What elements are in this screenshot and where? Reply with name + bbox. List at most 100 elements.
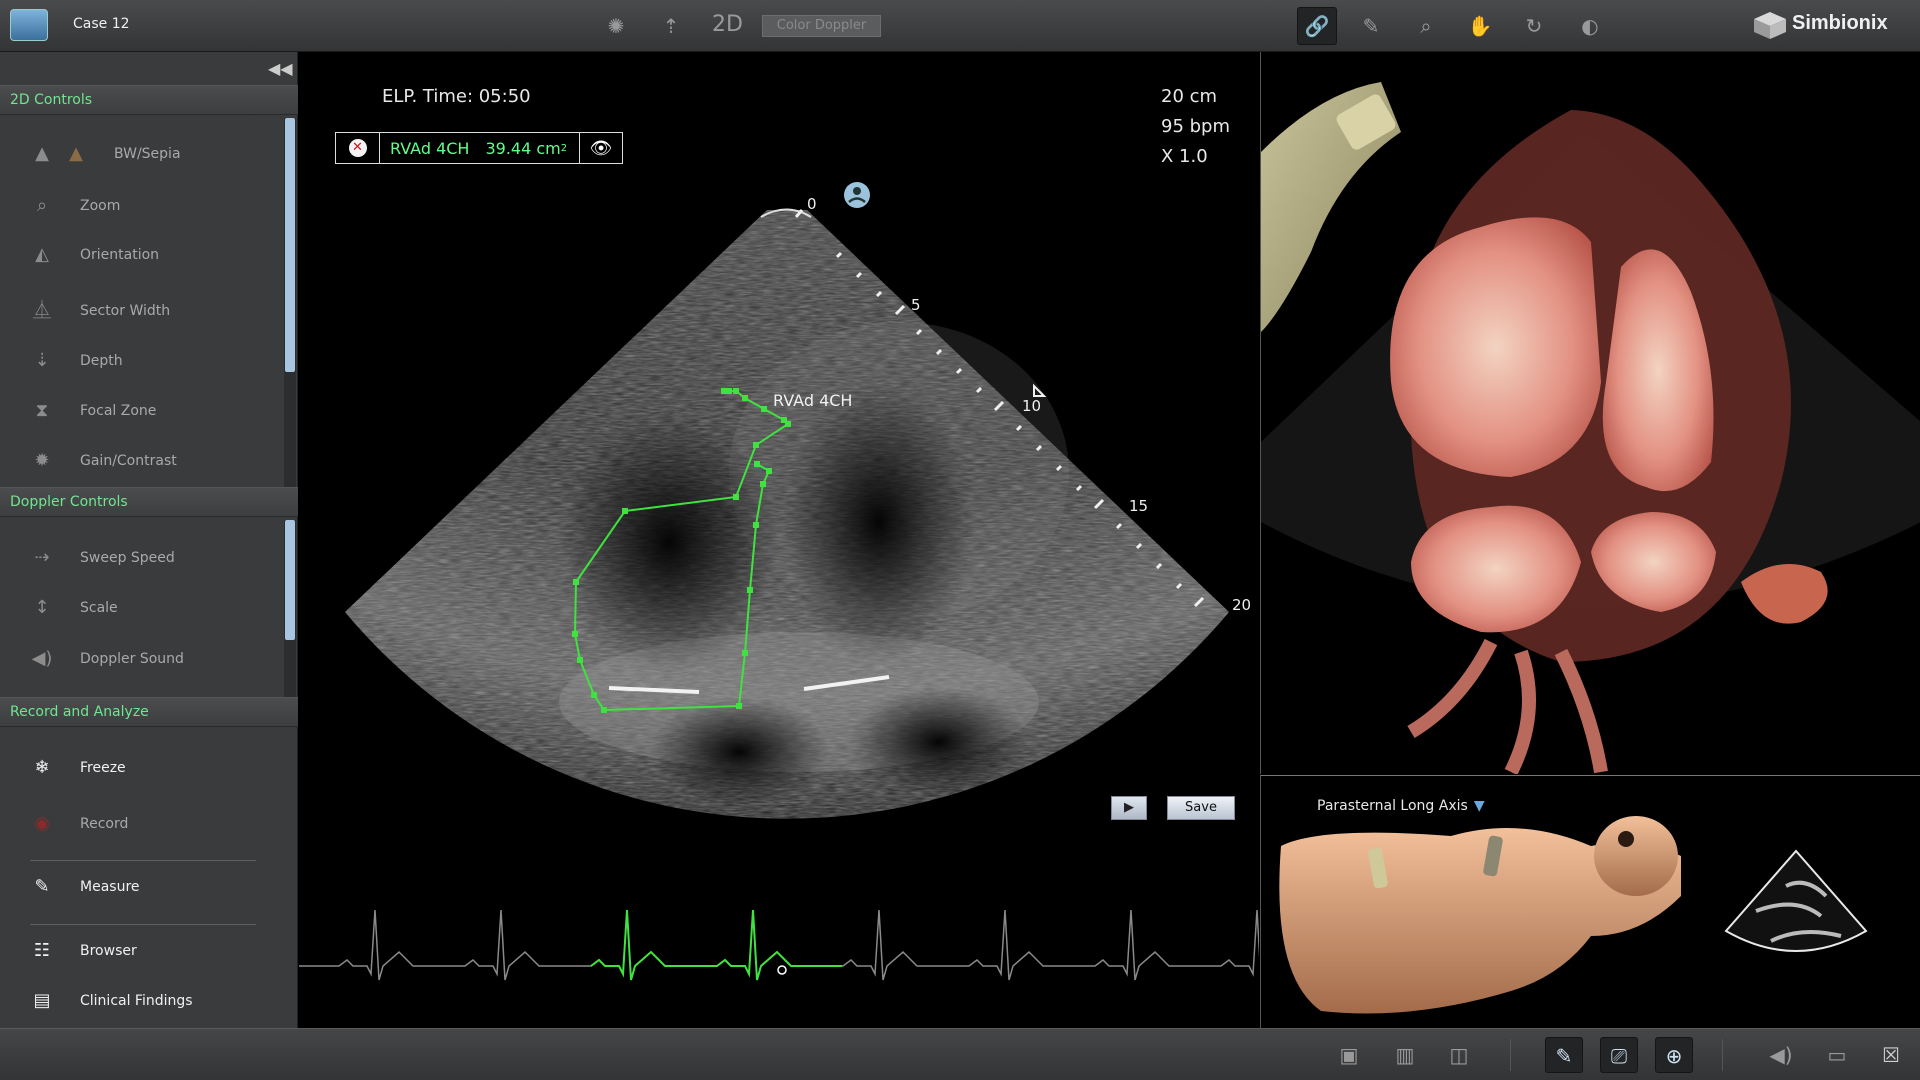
contrast-icon[interactable]: ◐ (1574, 10, 1606, 42)
eye-icon[interactable]: 👁 (580, 133, 622, 163)
layout-dual-icon[interactable]: ▥ (1386, 1037, 1424, 1073)
depth-label-5: 5 (911, 296, 921, 314)
trace-control-point[interactable] (622, 508, 628, 514)
delete-measurement-button[interactable]: ✕ (336, 133, 380, 163)
scale-icon: ↕ (34, 597, 50, 618)
color-doppler-button[interactable]: Color Doppler (762, 15, 881, 37)
top-toolbar: Case 12 ✺ ⇡ 2D Color Doppler 🔗 ✎ ⌕ ✋ ↻ ◐… (0, 0, 1920, 52)
trace-control-point[interactable] (753, 522, 759, 528)
control-clinical-findings[interactable]: ▤ Clinical Findings (30, 986, 192, 1016)
heart-3d-model[interactable] (1261, 52, 1920, 776)
scrollbar-thumb-doppler[interactable] (285, 520, 295, 640)
control-sector-width[interactable]: ⏅ Sector Width (30, 296, 170, 326)
trace-control-point[interactable] (601, 707, 607, 713)
control-label: Orientation (80, 247, 160, 263)
control-label: Scale (80, 600, 118, 616)
section-record-analyze[interactable]: Record and Analyze (0, 697, 298, 727)
section-doppler-controls[interactable]: Doppler Controls (0, 487, 298, 517)
sector-width-icon: ⏅ (33, 300, 51, 321)
app-logo[interactable] (10, 9, 48, 41)
right-ventricle-3d (1390, 217, 1601, 477)
control-focal-zone[interactable]: ⧗ Focal Zone (30, 396, 157, 426)
close-icon: ✕ (348, 139, 367, 157)
trace-control-point[interactable] (733, 494, 739, 500)
control-bw-sepia[interactable]: ▲ ▲ BW/Sepia (30, 139, 181, 169)
trace-control-point[interactable] (742, 395, 748, 401)
left-atrium-cavity (849, 687, 1029, 797)
trace-control-point[interactable] (573, 579, 579, 585)
camera-icon[interactable]: ⎚ (1600, 1037, 1638, 1073)
globe-icon[interactable]: ⊕ (1655, 1037, 1693, 1073)
trace-control-point[interactable] (742, 650, 748, 656)
view-selector[interactable]: Parasternal Long Axis ▼ (1317, 798, 1485, 814)
probe-view-icon[interactable]: ✎ (1545, 1037, 1583, 1073)
scrollbar-thumb-2d[interactable] (285, 118, 295, 372)
control-depth[interactable]: ⇣ Depth (30, 346, 122, 376)
save-button[interactable]: Save (1167, 796, 1235, 820)
control-scale[interactable]: ↕ Scale (30, 593, 118, 623)
control-sweep-speed[interactable]: ⇢ Sweep Speed (30, 543, 174, 573)
probe-position-view[interactable]: Parasternal Long Axis ▼ (1260, 775, 1920, 1028)
zoom-icon[interactable]: ⌕ (1410, 10, 1442, 42)
bottom-toolbar: ▣ ▥ ◫ ✎ ⎚ ⊕ ◀) ▭ ☒ (0, 1028, 1920, 1080)
ecg-cursor[interactable] (777, 965, 787, 975)
trace-control-point[interactable] (577, 657, 583, 663)
trace-control-point[interactable] (785, 421, 791, 427)
control-gain-contrast[interactable]: ✹ Gain/Contrast (30, 446, 176, 476)
elapsed-time: ELP. Time: 05:50 (382, 86, 531, 107)
case-title: Case 12 (73, 16, 130, 32)
sound-icon[interactable]: ◀) (1762, 1037, 1800, 1073)
sepia-icon[interactable]: ▲ (64, 142, 88, 166)
layout-single-icon[interactable]: ▣ (1330, 1037, 1368, 1073)
probe-icon[interactable]: ⇡ (655, 10, 687, 42)
gain-icon: ✹ (34, 450, 50, 471)
collapse-panel-icon[interactable]: ◀◀ (268, 59, 293, 78)
trace-control-point[interactable] (760, 481, 766, 487)
close-icon[interactable]: ☒ (1872, 1037, 1910, 1073)
trace-control-point[interactable] (572, 631, 578, 637)
trace-control-point[interactable] (591, 692, 597, 698)
anatomy-icon[interactable]: ✺ (600, 10, 632, 42)
control-label: BW/Sepia (114, 146, 181, 162)
depth-icon: ⇣ (34, 350, 50, 371)
trace-label: RVAd 4CH (773, 391, 852, 410)
hand-icon[interactable]: ✋ (1464, 10, 1496, 42)
control-orientation[interactable]: ◭ Orientation (30, 240, 159, 270)
control-freeze[interactable]: ❄ Freeze (30, 753, 125, 783)
toolbar-separator (1722, 1039, 1723, 1071)
depth-label-15: 15 (1129, 497, 1148, 515)
trace-control-point[interactable] (761, 406, 767, 412)
mode-2d-button[interactable]: 2D (712, 12, 743, 37)
anatomy-3d-view[interactable] (1260, 52, 1920, 776)
ultrasound-view[interactable]: 0 5 10 15 20 RVAd 4CH ELP. Time: 05:50 2… (299, 52, 1259, 1028)
control-zoom[interactable]: ⌕ Zoom (30, 191, 120, 221)
user-icon[interactable] (844, 182, 870, 208)
bw-icon[interactable]: ▲ (30, 142, 54, 166)
trace-control-point[interactable] (753, 442, 759, 448)
trace-control-point[interactable] (726, 388, 732, 394)
speaker-icon: ◀) (31, 648, 53, 669)
marker-icon[interactable]: ✎ (1355, 10, 1387, 42)
link-icon[interactable]: 🔗 (1297, 7, 1337, 45)
section-2d-controls[interactable]: 2D Controls (0, 85, 298, 115)
rotate-icon[interactable]: ↻ (1518, 10, 1550, 42)
trace-control-point[interactable] (747, 587, 753, 593)
trace-control-point[interactable] (733, 388, 739, 394)
trace-control-point[interactable] (736, 703, 742, 709)
control-record[interactable]: ◉ Record (30, 809, 128, 839)
measurement-unit-sup: 2 (560, 142, 568, 154)
control-measure[interactable]: ✎ Measure (30, 872, 139, 902)
trace-control-point[interactable] (766, 468, 772, 474)
play-button[interactable]: ▶ (1111, 796, 1147, 820)
trace-control-point[interactable] (754, 461, 760, 467)
folder-icon[interactable]: ▭ (1818, 1037, 1856, 1073)
left-ventricle-cavity (784, 382, 974, 662)
control-doppler-sound[interactable]: ◀) Doppler Sound (30, 644, 184, 674)
control-label: Focal Zone (80, 403, 157, 419)
mannequin-head (1594, 816, 1678, 896)
control-browser[interactable]: ☷ Browser (30, 936, 137, 966)
layout-overlay-icon[interactable]: ◫ (1440, 1037, 1478, 1073)
right-atrium-cavity (649, 697, 829, 807)
ultrasound-image[interactable]: 0 5 10 15 20 RVAd 4CH (299, 52, 1259, 1028)
ruler-icon: ✎ (34, 876, 50, 897)
